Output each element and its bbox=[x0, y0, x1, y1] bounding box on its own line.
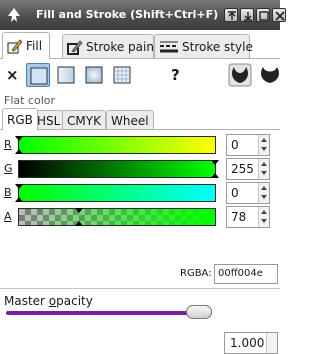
maximize-icon[interactable] bbox=[256, 8, 270, 22]
channel-a-label: A bbox=[4, 210, 12, 223]
channel-r-marker-top bbox=[15, 136, 23, 141]
channel-b-label: B bbox=[4, 186, 12, 199]
channel-a-spinbox[interactable]: 78 bbox=[226, 206, 270, 228]
channel-b-marker-bottom bbox=[15, 197, 23, 202]
channel-b-marker-top bbox=[15, 184, 23, 189]
channel-r-slider[interactable] bbox=[15, 136, 216, 154]
flat-color-button[interactable] bbox=[26, 63, 50, 87]
stroke-style-icon bbox=[160, 41, 178, 52]
radial-gradient-icon bbox=[85, 66, 103, 84]
master-opacity-label: Master opacity bbox=[4, 294, 93, 308]
master-opacity-value: 1.000 bbox=[230, 336, 265, 350]
channel-r-spinbox[interactable]: 0 bbox=[226, 134, 270, 156]
channel-g-marker-top bbox=[211, 160, 219, 165]
spin-arrows[interactable] bbox=[258, 135, 269, 155]
unset-paint-button[interactable]: ? bbox=[171, 66, 180, 84]
channel-r-label: R bbox=[4, 138, 12, 151]
close-icon[interactable] bbox=[272, 8, 286, 22]
tab-stroke-style-label: Stroke style bbox=[182, 39, 253, 54]
color-mode-tabs: RGB HSL CMYK Wheel bbox=[0, 108, 280, 130]
stroke-paint-icon bbox=[67, 39, 83, 55]
tab-fill[interactable]: Fill bbox=[2, 32, 50, 59]
spin-arrows[interactable] bbox=[258, 159, 269, 179]
linear-gradient-icon bbox=[57, 66, 75, 84]
channel-b-spinbox[interactable]: 0 bbox=[226, 182, 270, 204]
master-opacity-handle[interactable] bbox=[186, 305, 212, 319]
tab-hsl-label: HSL bbox=[37, 113, 61, 128]
tab-stroke-paint-label: Stroke paint bbox=[86, 39, 159, 54]
tab-stroke-paint[interactable]: Stroke paint bbox=[62, 34, 159, 58]
tab-stroke-style[interactable]: Stroke style bbox=[154, 34, 253, 58]
rgba-input[interactable]: 00ff004e bbox=[214, 264, 278, 284]
fill-stroke-tabs: Fill Stroke paint Stroke style bbox=[0, 30, 280, 60]
tab-cmyk[interactable]: CMYK bbox=[62, 110, 106, 130]
channel-a-slider[interactable] bbox=[18, 208, 216, 226]
flat-color-icon bbox=[30, 67, 48, 85]
no-paint-button[interactable]: × bbox=[6, 67, 19, 83]
channel-g-slider[interactable] bbox=[18, 160, 219, 178]
fill-rule-evenodd-icon[interactable] bbox=[228, 63, 252, 87]
tab-cmyk-label: CMYK bbox=[67, 113, 101, 128]
linear-gradient-button[interactable] bbox=[54, 63, 78, 87]
channel-g-value: 255 bbox=[231, 162, 254, 176]
spin-arrows[interactable] bbox=[266, 333, 277, 353]
spin-arrows[interactable] bbox=[258, 207, 269, 227]
channel-a-value: 78 bbox=[231, 210, 247, 224]
master-opacity-track[interactable] bbox=[6, 311, 212, 315]
tab-rgb-label: RGB bbox=[7, 112, 33, 127]
window-title: Fill and Stroke (Shift+Ctrl+F) bbox=[36, 8, 219, 21]
rgba-label: RGBA: bbox=[180, 268, 212, 279]
channel-b-slider[interactable] bbox=[15, 184, 216, 202]
fill-icon bbox=[7, 39, 23, 54]
channel-g-label: G bbox=[4, 162, 13, 175]
channel-a-marker-bottom bbox=[74, 221, 83, 226]
title-bar: Fill and Stroke (Shift+Ctrl+F) bbox=[0, 0, 286, 30]
dock-down-icon[interactable] bbox=[240, 8, 254, 22]
inkscape-icon bbox=[8, 8, 20, 22]
paint-mode-bar: × ? bbox=[0, 60, 280, 92]
tab-wheel[interactable]: Wheel bbox=[106, 110, 154, 130]
tab-fill-label: Fill bbox=[26, 39, 43, 53]
tab-rgb[interactable]: RGB bbox=[2, 108, 38, 130]
tab-wheel-label: Wheel bbox=[111, 113, 149, 128]
channel-a-marker-top bbox=[74, 208, 83, 213]
channel-g-marker-bottom bbox=[211, 173, 219, 178]
radial-gradient-button[interactable] bbox=[82, 63, 106, 87]
channel-r-marker-bottom bbox=[15, 149, 23, 154]
dock-up-icon[interactable] bbox=[224, 8, 238, 22]
pattern-button[interactable] bbox=[110, 63, 134, 87]
channel-b-value: 0 bbox=[231, 186, 239, 200]
fill-rule-nonzero-icon[interactable] bbox=[258, 63, 282, 87]
channel-r-value: 0 bbox=[231, 138, 239, 152]
channel-g-spinbox[interactable]: 255 bbox=[226, 158, 270, 180]
spin-arrows[interactable] bbox=[258, 183, 269, 203]
flat-color-label: Flat color bbox=[4, 94, 56, 107]
pattern-icon bbox=[113, 66, 131, 84]
